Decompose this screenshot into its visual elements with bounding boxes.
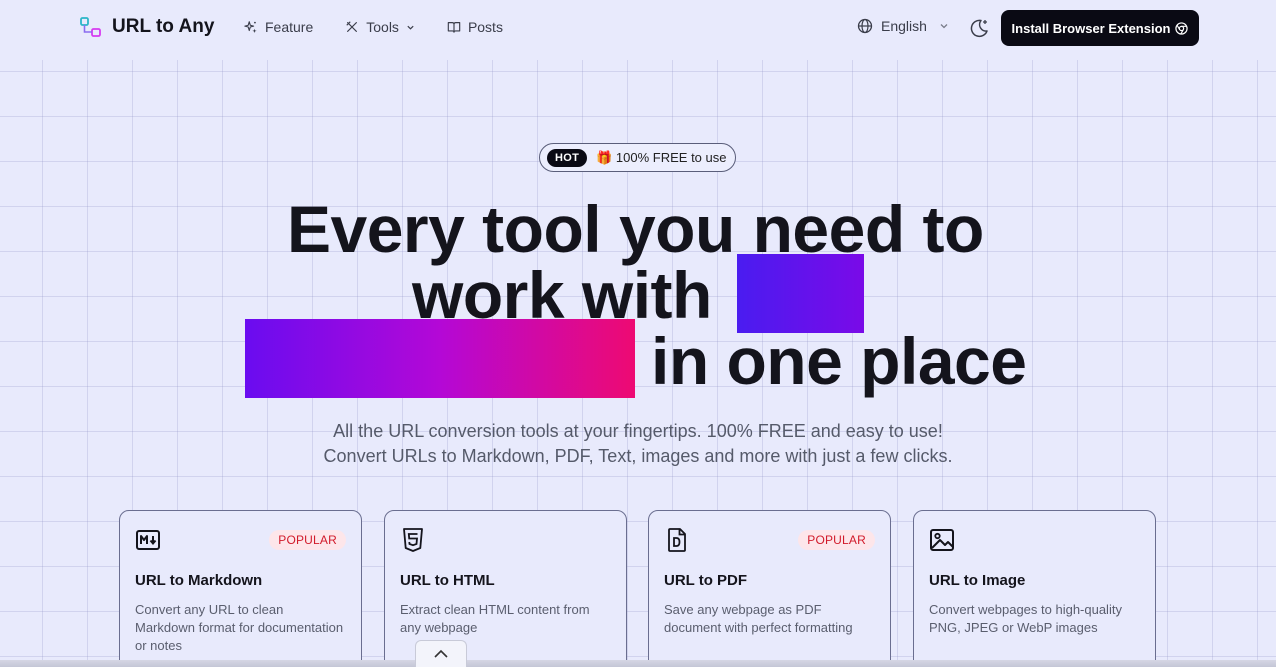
nav-tools-label: Tools (366, 19, 399, 35)
free-badge: HOT 🎁 100% FREE to use (539, 143, 736, 172)
main-nav: Feature Tools Posts (244, 19, 503, 35)
install-extension-label: Install Browser Extension (1011, 20, 1171, 36)
site-header: URL to Any Feature Tools Posts English I… (0, 0, 1276, 56)
chevron-down-icon (940, 24, 948, 29)
chevron-up-icon (434, 649, 448, 658)
nav-feature-label: Feature (265, 19, 314, 35)
hero-subtitle: All the URL conversion tools at your fin… (0, 419, 1276, 469)
scroll-to-top-button[interactable] (415, 640, 467, 667)
book-icon (447, 22, 461, 33)
hot-badge: HOT (547, 148, 588, 167)
headline-line-3: in one place (651, 324, 1027, 398)
card-description: Extract clean HTML content from any webp… (400, 602, 590, 635)
chevron-down-icon (407, 25, 414, 30)
card-url-to-image[interactable]: URL to Image Convert webpages to high-qu… (913, 510, 1156, 667)
nav-posts-label: Posts (467, 19, 503, 35)
html5-icon (403, 528, 423, 552)
card-description: Save any webpage as PDF document with pe… (664, 602, 853, 635)
brand-name: URL to Any (112, 16, 215, 37)
nav-feature[interactable]: Feature (244, 19, 313, 35)
bottom-edge-shadow (0, 660, 1276, 667)
brand[interactable]: URL to Any (80, 16, 214, 38)
brand-logo-icon (80, 17, 101, 37)
card-url-to-pdf[interactable]: POPULAR URL to PDF Save any webpage as P… (648, 510, 891, 667)
headline-line-2: work with (412, 258, 712, 332)
headline-line-1: Every tool you need to (287, 192, 984, 266)
card-title: URL to PDF (664, 572, 748, 589)
markdown-icon (136, 530, 160, 550)
pdf-file-icon (668, 528, 686, 552)
card-description: Convert any URL to clean Markdown format… (135, 602, 344, 653)
popular-badge: POPULAR (269, 530, 346, 550)
card-title: URL to Markdown (135, 572, 263, 589)
card-title: URL to HTML (400, 572, 495, 589)
card-url-to-markdown[interactable]: POPULAR URL to Markdown Convert any URL … (119, 510, 362, 667)
install-extension-button[interactable]: Install Browser Extension (1001, 10, 1199, 46)
globe-icon (857, 18, 873, 34)
nav-tools[interactable]: Tools (345, 19, 415, 35)
popular-badge: POPULAR (798, 530, 875, 550)
image-icon (930, 529, 954, 551)
card-description: Convert webpages to high-quality PNG, JP… (929, 602, 1122, 635)
nav-posts[interactable]: Posts (447, 19, 503, 35)
subtitle-line-2: Convert URLs to Markdown, PDF, Text, ima… (323, 446, 953, 466)
language-selector[interactable]: English (857, 18, 949, 34)
free-badge-text: 🎁 100% FREE to use (596, 149, 727, 165)
sparkles-icon (244, 21, 257, 33)
card-title: URL to Image (929, 572, 1026, 589)
subtitle-line-1: All the URL conversion tools at your fin… (333, 421, 943, 441)
tools-icon (346, 21, 358, 32)
chrome-icon (1175, 21, 1189, 35)
language-label: English (881, 18, 927, 34)
moon-theme-icon[interactable] (968, 17, 990, 39)
